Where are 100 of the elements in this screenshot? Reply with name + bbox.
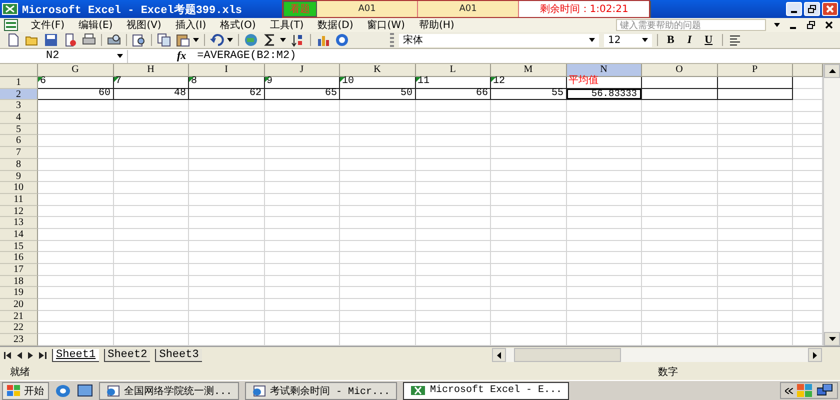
menu-item[interactable]: 插入(I): [168, 18, 214, 32]
row-header[interactable]: 21: [0, 310, 38, 322]
menu-item[interactable]: 帮助(H): [412, 18, 462, 32]
column-header[interactable]: M: [491, 64, 566, 77]
row-header[interactable]: 3: [0, 100, 38, 112]
chevron-icon[interactable]: [785, 388, 793, 394]
save-icon[interactable]: [44, 33, 58, 47]
column-header[interactable]: J: [264, 64, 340, 77]
font-size-dropdown[interactable]: 12: [604, 34, 652, 46]
sheet-tab[interactable]: Sheet2: [104, 348, 150, 362]
row-header[interactable]: 17: [0, 264, 38, 276]
row-header[interactable]: 14: [0, 228, 38, 241]
row-header[interactable]: 1: [0, 77, 38, 89]
row-header[interactable]: 15: [0, 240, 38, 252]
start-button[interactable]: 开始: [2, 382, 49, 400]
table-cell[interactable]: 12: [491, 77, 566, 89]
table-cell[interactable]: 平均值: [566, 77, 642, 89]
print-preview-icon[interactable]: [107, 33, 121, 47]
computers-icon[interactable]: [817, 384, 833, 397]
table-cell[interactable]: 60: [38, 88, 114, 100]
table-cell[interactable]: 10: [340, 77, 416, 89]
sheet-tab[interactable]: Sheet3: [155, 348, 202, 362]
format-button[interactable]: I: [683, 34, 696, 46]
row-header[interactable]: 10: [0, 182, 38, 194]
sort-ascending-icon[interactable]: [291, 33, 305, 47]
row-header[interactable]: 13: [0, 217, 38, 229]
row-header[interactable]: 2: [0, 88, 38, 100]
font-dropdown[interactable]: 宋体: [399, 34, 599, 46]
row-header[interactable]: 19: [0, 287, 38, 300]
help-icon[interactable]: [335, 33, 349, 47]
paste-icon[interactable]: [176, 33, 190, 47]
column-header[interactable]: H: [114, 64, 189, 77]
column-header[interactable]: G: [38, 64, 114, 77]
undo-icon[interactable]: [210, 33, 224, 47]
minimize-button[interactable]: [786, 2, 802, 16]
scroll-thumb[interactable]: [514, 348, 621, 362]
copy-icon[interactable]: [157, 33, 171, 47]
restore-button[interactable]: [804, 19, 818, 31]
row-header[interactable]: 4: [0, 112, 38, 124]
menu-item[interactable]: 格式(O): [213, 18, 263, 32]
print-icon[interactable]: [82, 33, 96, 47]
previous-sheet-icon[interactable]: [17, 352, 23, 358]
row-header[interactable]: 16: [0, 252, 38, 264]
align-left-icon[interactable]: [728, 33, 742, 47]
horizontal-scrollbar[interactable]: [492, 348, 822, 362]
row-header[interactable]: 11: [0, 194, 38, 206]
table-cell[interactable]: 7: [114, 77, 189, 89]
row-header[interactable]: 12: [0, 206, 38, 218]
scroll-right-icon[interactable]: [813, 352, 817, 358]
column-header[interactable]: O: [642, 64, 718, 77]
column-header[interactable]: L: [416, 64, 491, 77]
column-header[interactable]: K: [340, 64, 416, 77]
globe-icon[interactable]: [244, 33, 258, 47]
row-header[interactable]: 8: [0, 158, 38, 170]
sum-icon[interactable]: [263, 33, 277, 47]
row-header[interactable]: 22: [0, 322, 38, 334]
table-cell[interactable]: [718, 77, 793, 89]
format-button[interactable]: B: [663, 34, 678, 46]
menu-item[interactable]: 编辑(E): [72, 18, 120, 32]
table-cell[interactable]: 56.83333: [566, 88, 642, 100]
table-cell[interactable]: 48: [114, 88, 189, 100]
select-all-button[interactable]: [0, 64, 38, 77]
row-header[interactable]: 7: [0, 147, 38, 159]
chart-icon[interactable]: [316, 33, 330, 47]
first-sheet-icon[interactable]: [4, 352, 12, 358]
row-header[interactable]: 6: [0, 135, 38, 148]
table-cell[interactable]: [642, 77, 718, 89]
research-icon[interactable]: [132, 33, 146, 47]
vertical-scrollbar[interactable]: [823, 64, 840, 346]
table-cell[interactable]: 55: [491, 88, 566, 100]
caret-icon[interactable]: [280, 38, 286, 42]
row-header[interactable]: 20: [0, 299, 38, 311]
restore-button[interactable]: [804, 2, 820, 16]
sheet-tab[interactable]: Sheet1: [52, 348, 99, 362]
browser-icon[interactable]: [55, 384, 71, 398]
permission-icon[interactable]: [63, 33, 77, 47]
menu-item[interactable]: 数据(D): [310, 18, 360, 32]
caret-icon[interactable]: [193, 38, 199, 42]
column-header[interactable]: P: [718, 64, 793, 77]
scroll-left-icon[interactable]: [497, 352, 501, 358]
table-cell[interactable]: 62: [189, 88, 264, 100]
table-cell[interactable]: [642, 88, 718, 100]
format-button[interactable]: U: [700, 34, 717, 46]
desktop-icon[interactable]: [77, 384, 93, 398]
last-sheet-icon[interactable]: [39, 352, 47, 358]
menu-item[interactable]: 视图(V): [120, 18, 168, 32]
row-header[interactable]: 18: [0, 276, 38, 288]
menu-item[interactable]: 文件(F): [24, 18, 72, 32]
table-cell[interactable]: [718, 88, 793, 100]
help-search-field[interactable]: 键入需要帮助的问题: [616, 19, 766, 31]
taskbar-button[interactable]: 全国网络学院统一测...: [99, 382, 240, 400]
row-header[interactable]: 9: [0, 170, 38, 182]
taskbar-button[interactable]: Microsoft Excel - E...: [403, 382, 570, 400]
next-sheet-icon[interactable]: [28, 352, 34, 358]
column-header[interactable]: I: [189, 64, 264, 77]
row-header[interactable]: 5: [0, 124, 38, 136]
insert-function-button[interactable]: fx: [174, 50, 190, 62]
menu-item[interactable]: 窗口(W): [360, 18, 412, 32]
column-header[interactable]: [793, 64, 823, 77]
caret-icon[interactable]: [774, 23, 780, 27]
